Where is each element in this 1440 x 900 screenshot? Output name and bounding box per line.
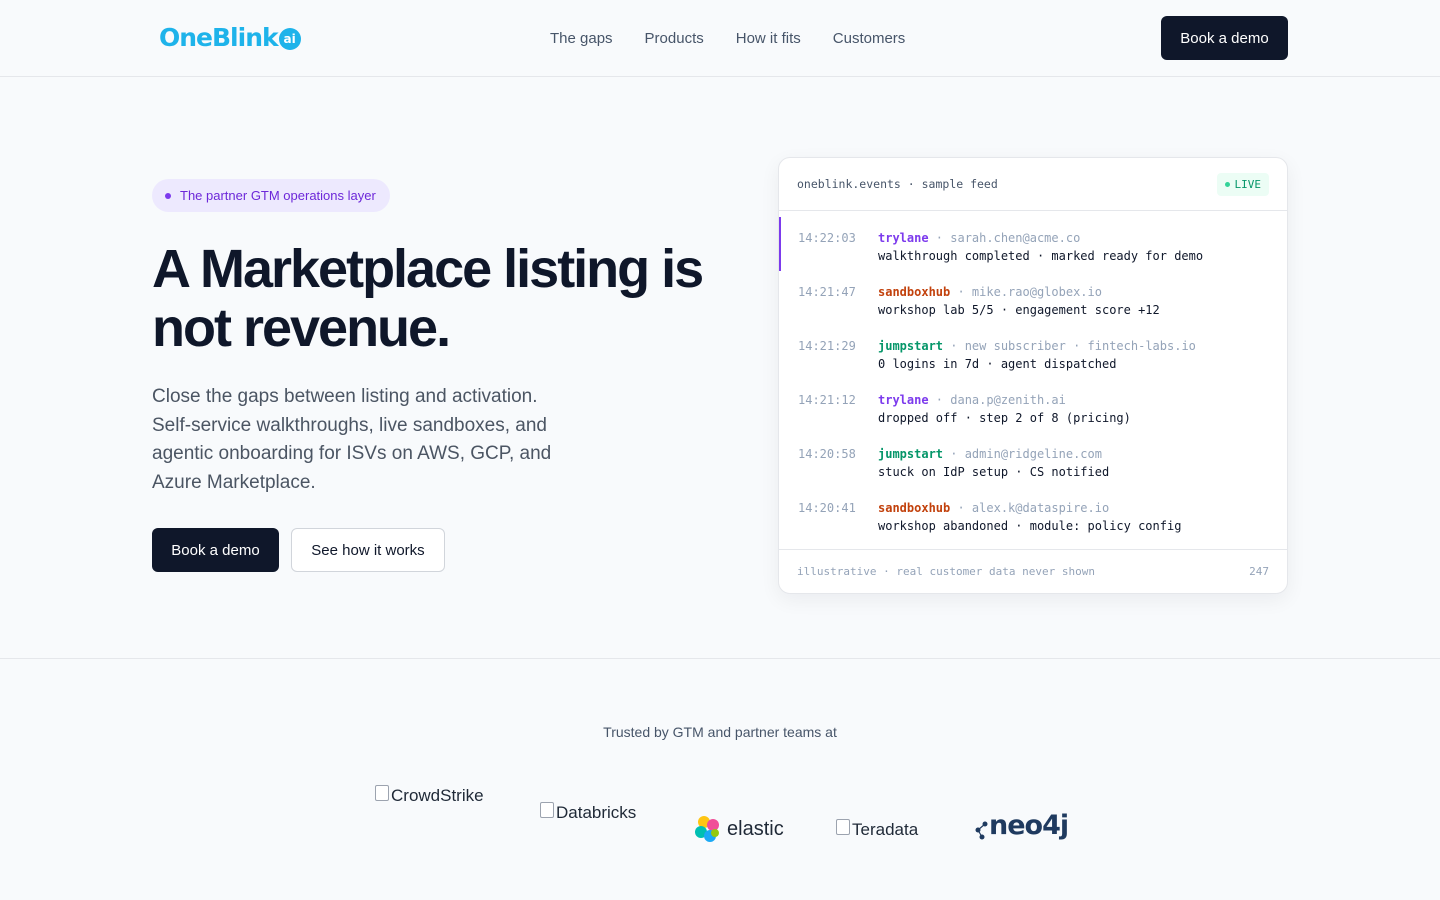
event-message: 0 logins in 7d · agent dispatched — [878, 357, 1117, 371]
event-time: 14:21:12 — [798, 393, 856, 407]
header-book-demo-button[interactable]: Book a demo — [1161, 16, 1288, 60]
event-feed-card: oneblink.events · sample feed LIVE 14:22… — [778, 157, 1288, 594]
event-message: walkthrough completed · marked ready for… — [878, 249, 1204, 263]
databricks-logo: Databricks — [540, 802, 637, 823]
event-meta: · admin@ridgeline.com — [943, 447, 1102, 461]
broken-image-icon — [836, 819, 850, 835]
event-source: sandboxhub — [878, 501, 951, 515]
neo4j-logo: neo4j — [975, 810, 1069, 841]
event-source: jumpstart — [878, 447, 944, 461]
event-time: 14:21:29 — [798, 339, 856, 353]
event-row: 14:22:03 trylane · sarah.chen@acme.co wa… — [779, 217, 1287, 271]
event-meta: · dana.p@zenith.ai — [928, 393, 1066, 407]
event-message: workshop abandoned · module: policy conf… — [878, 519, 1182, 533]
crowdstrike-logo: CrowdStrike — [375, 785, 484, 806]
nav-link-products[interactable]: Products — [645, 29, 704, 49]
trusted-by-label: Trusted by GTM and partner teams at — [603, 724, 837, 740]
neo4j-graph-icon — [975, 821, 988, 839]
databricks-alt-text: Databricks — [556, 803, 637, 822]
live-dot-icon — [1224, 181, 1230, 187]
event-row: 14:21:47 sandboxhub · mike.rao@globex.io… — [779, 271, 1287, 325]
teradata-alt-text: Teradata — [852, 820, 919, 839]
feed-header: oneblink.events · sample feed LIVE — [779, 158, 1287, 211]
event-meta: · sarah.chen@acme.co — [928, 231, 1081, 245]
hero-title: A Marketplace listing is not revenue. — [152, 239, 704, 358]
event-source: trylane — [878, 393, 929, 407]
customer-logos: CrowdStrike Databricks elastic Teradata … — [0, 780, 1440, 860]
section-divider — [0, 658, 1440, 659]
live-badge: LIVE — [1216, 172, 1269, 196]
main-nav: The gaps Products How it fits Customers — [550, 29, 905, 49]
pill-text: The partner GTM operations layer — [180, 188, 376, 203]
event-meta: · new subscriber · fintech-labs.io — [943, 339, 1196, 353]
event-message: stuck on IdP setup · CS notified — [878, 465, 1110, 479]
event-meta: · alex.k@dataspire.io — [950, 501, 1110, 515]
event-source: jumpstart — [878, 339, 944, 353]
neo4j-wordmark: neo4j — [989, 810, 1069, 841]
event-time: 14:21:47 — [798, 285, 856, 299]
event-row: 14:20:58 jumpstart · admin@ridgeline.com… — [779, 433, 1287, 487]
logo-text: OneBlink — [159, 23, 279, 52]
elastic-logo: elastic — [693, 814, 784, 844]
hero-book-demo-button[interactable]: Book a demo — [152, 528, 279, 572]
live-label: LIVE — [1234, 177, 1262, 191]
see-how-it-works-button[interactable]: See how it works — [291, 528, 445, 572]
feed-event-count: 247 — [1249, 565, 1269, 578]
event-time: 14:22:03 — [798, 231, 856, 245]
teradata-logo: Teradata — [836, 819, 919, 840]
feed-footer-note: illustrative · real customer data never … — [797, 565, 1096, 578]
nav-link-how-it-fits[interactable]: How it fits — [736, 29, 801, 49]
event-meta: · mike.rao@globex.io — [950, 285, 1102, 299]
site-header: OneBlink ai The gaps Products How it fit… — [0, 0, 1440, 77]
nav-link-customers[interactable]: Customers — [833, 29, 906, 49]
event-source: sandboxhub — [878, 285, 951, 299]
feed-title: oneblink.events · sample feed — [797, 177, 998, 191]
broken-image-icon — [375, 785, 389, 801]
event-row: 14:20:41 sandboxhub · alex.k@dataspire.i… — [779, 487, 1287, 541]
crowdstrike-alt-text: CrowdStrike — [391, 786, 484, 805]
event-message: workshop lab 5/5 · engagement score +12 — [878, 303, 1160, 317]
logo-ai-badge: ai — [278, 28, 301, 50]
oneblink-logo[interactable]: OneBlink ai — [159, 22, 301, 54]
pill-dot-icon — [165, 192, 171, 199]
elastic-mark-icon — [695, 816, 719, 842]
elastic-wordmark: elastic — [727, 817, 784, 840]
event-row: 14:21:12 trylane · dana.p@zenith.ai drop… — [779, 379, 1287, 433]
broken-image-icon — [540, 802, 554, 818]
hero-tagline-pill: The partner GTM operations layer — [152, 179, 390, 212]
event-row: 14:21:29 jumpstart · new subscriber · fi… — [779, 325, 1287, 379]
event-message: dropped off · step 2 of 8 (pricing) — [878, 411, 1131, 425]
event-source: trylane — [878, 231, 929, 245]
event-list: 14:22:03 trylane · sarah.chen@acme.co wa… — [779, 211, 1287, 541]
event-time: 14:20:58 — [798, 447, 856, 461]
event-time: 14:20:41 — [798, 501, 856, 515]
hero-subtitle: Close the gaps between listing and activ… — [152, 386, 552, 493]
feed-footer: illustrative · real customer data never … — [779, 549, 1287, 593]
nav-link-the-gaps[interactable]: The gaps — [550, 29, 613, 49]
